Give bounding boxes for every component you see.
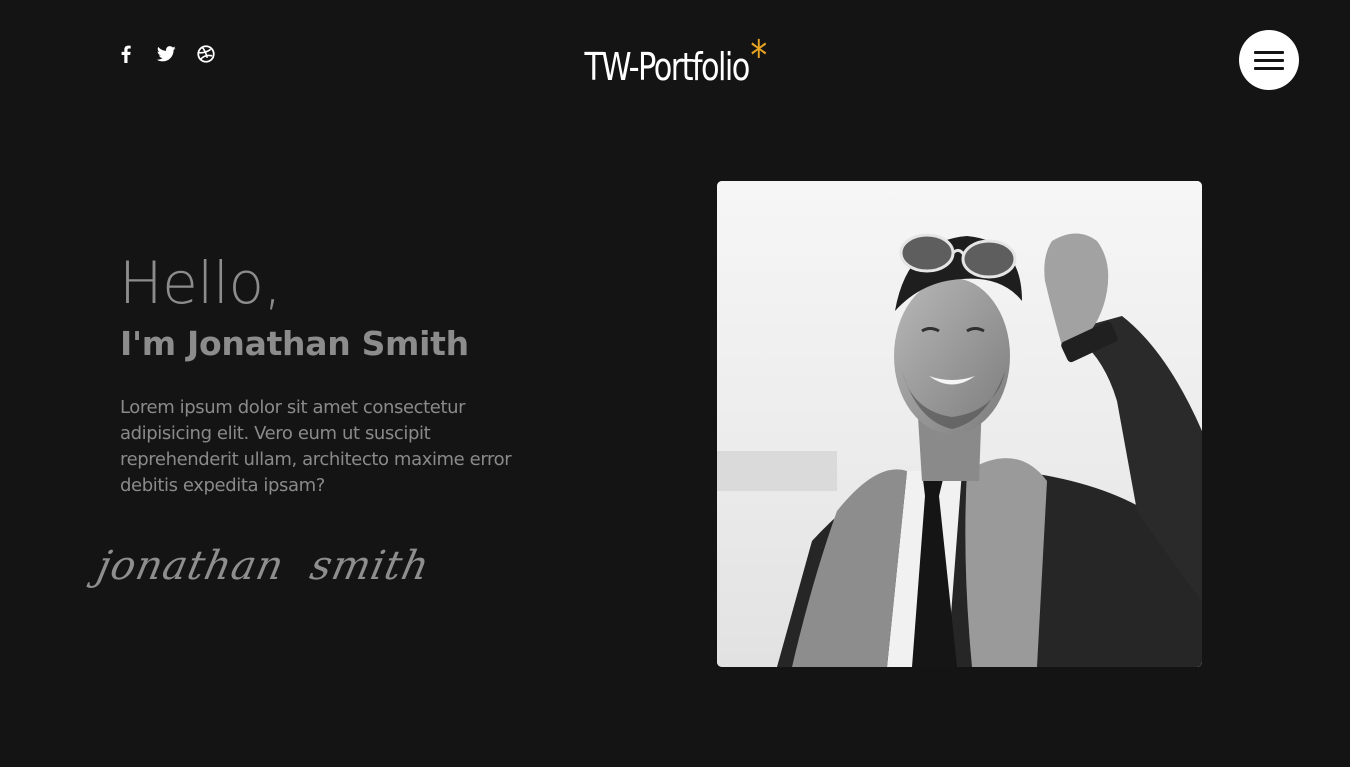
hero-name: I'm Jonathan Smith bbox=[120, 324, 469, 363]
brand-asterisk: * bbox=[750, 31, 767, 80]
menu-button[interactable] bbox=[1239, 30, 1299, 90]
hero-greeting: Hello, bbox=[119, 249, 282, 317]
hamburger-bar bbox=[1254, 51, 1284, 54]
brand-name: TW-Portfolio bbox=[584, 45, 750, 89]
facebook-icon bbox=[121, 45, 131, 63]
signature: jonathan smith bbox=[93, 543, 434, 589]
hamburger-bar bbox=[1254, 67, 1284, 70]
hamburger-bar bbox=[1254, 59, 1284, 62]
hero-description: Lorem ipsum dolor sit amet consectetur a… bbox=[120, 397, 512, 496]
site-logo[interactable]: TW-Portfolio* bbox=[135, 28, 1215, 95]
profile-photo bbox=[717, 181, 1202, 667]
portfolio-page: TW-Portfolio* Hello, I'm Jonathan Smith … bbox=[0, 0, 1350, 767]
